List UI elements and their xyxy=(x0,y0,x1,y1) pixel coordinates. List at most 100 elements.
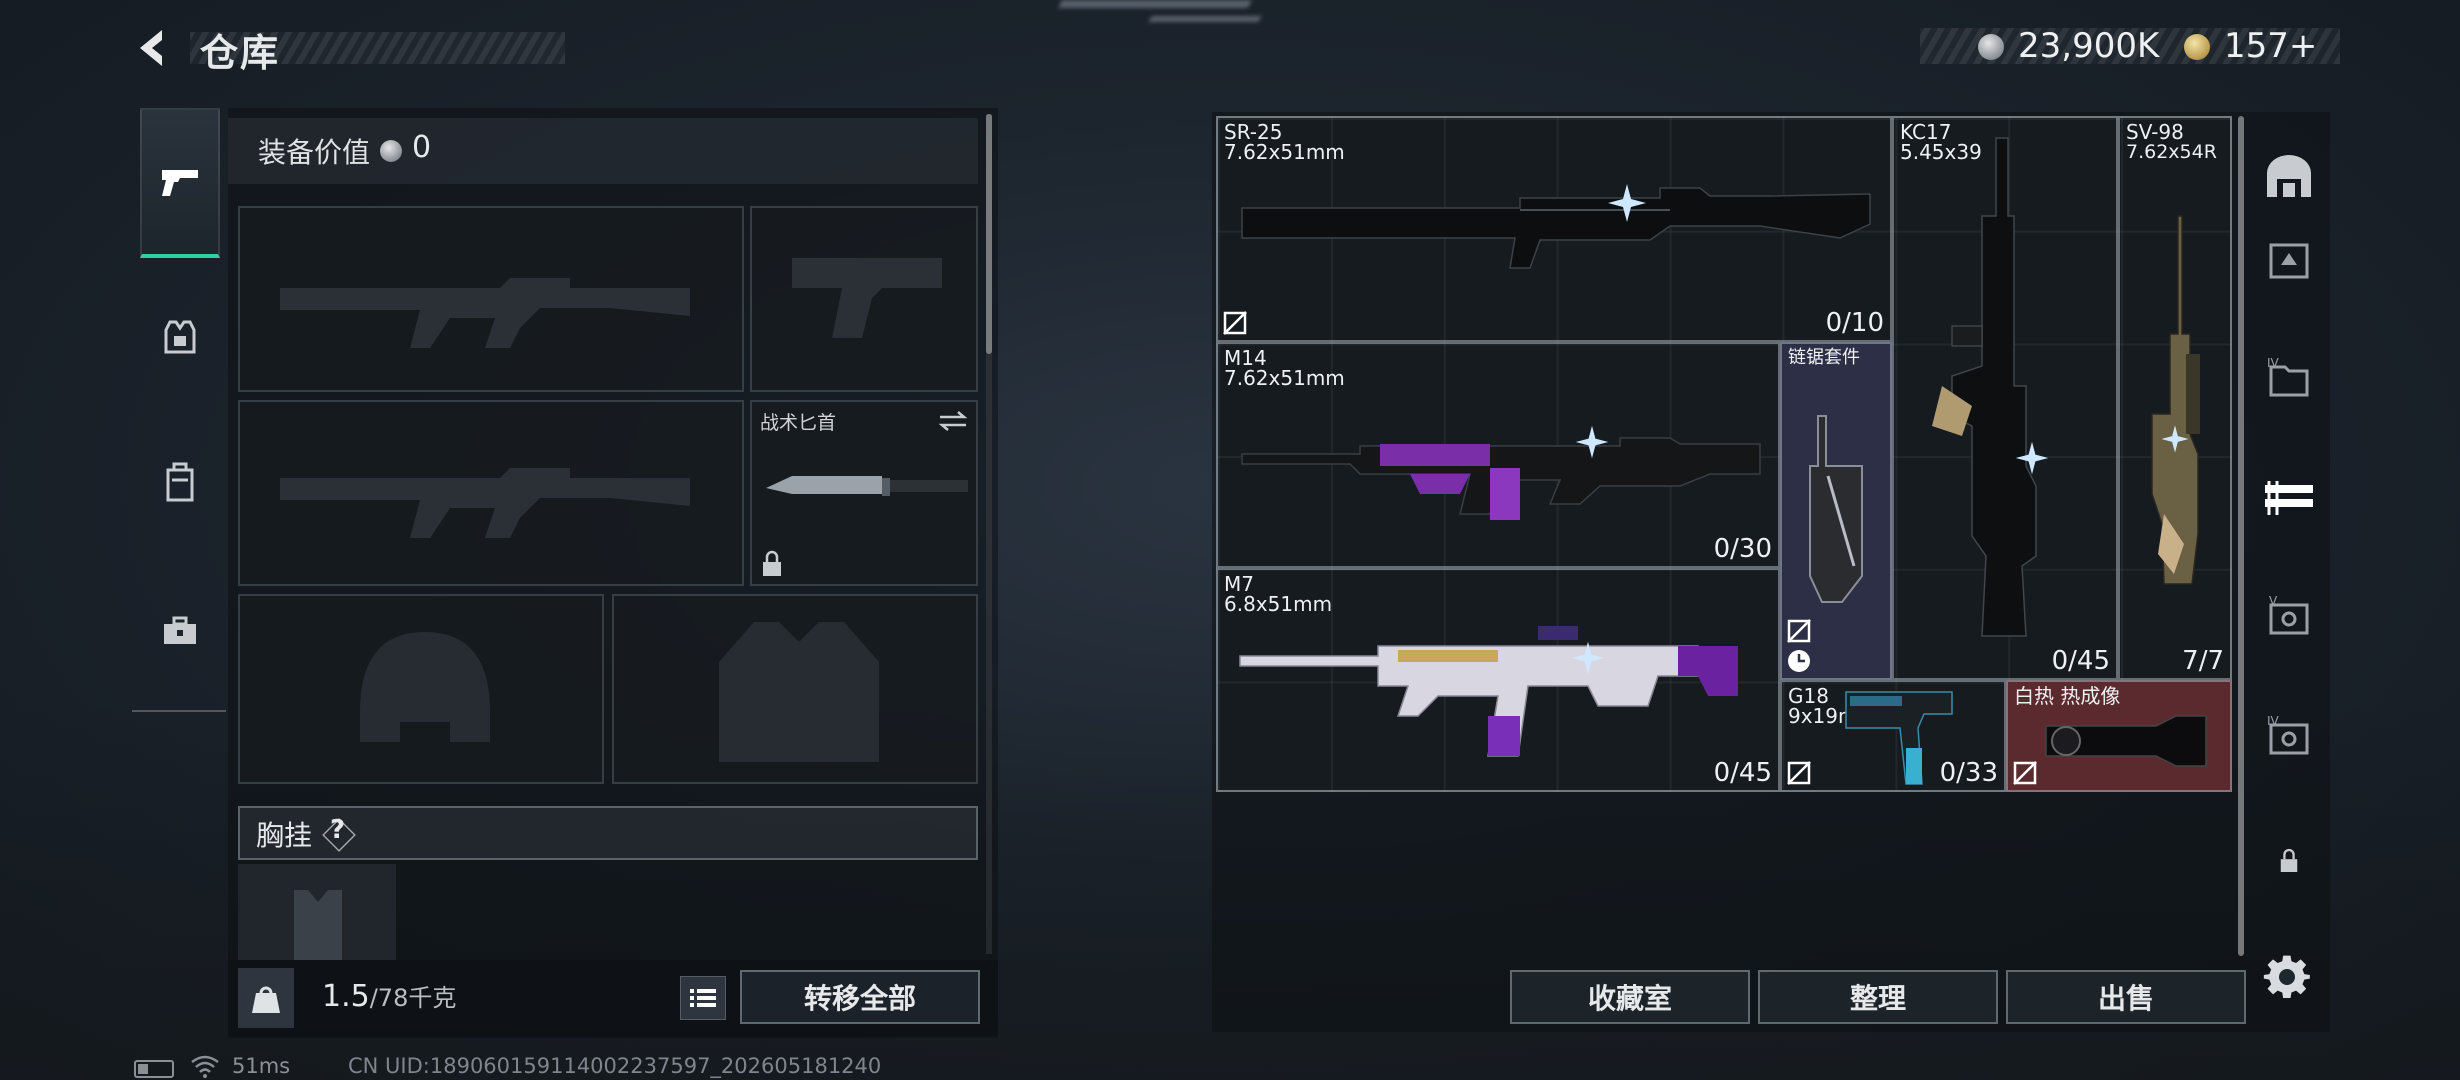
pistol-slot[interactable] xyxy=(750,206,978,392)
tab-armor[interactable] xyxy=(140,308,220,368)
storage-item-m7[interactable]: M7 6.8x51mm 0/45 xyxy=(1216,568,1780,792)
clock-icon xyxy=(1788,650,1810,672)
sparkle-badge-icon xyxy=(2015,441,2049,475)
toolbox-icon xyxy=(164,616,196,644)
body-armor-slot[interactable] xyxy=(612,594,978,784)
chainsaw-kit-icon xyxy=(1809,415,1863,603)
collection-room-button[interactable]: 收藏室 xyxy=(1510,970,1750,1024)
thermal-scope-icon xyxy=(2045,715,2207,767)
storage-tab-5[interactable]: V xyxy=(2252,582,2326,652)
svg-text:IV: IV xyxy=(2267,714,2280,728)
settings-gear-icon[interactable] xyxy=(2262,952,2312,1002)
silver-coin-icon xyxy=(380,140,402,162)
sell-button[interactable]: 出售 xyxy=(2006,970,2246,1024)
list-view-button[interactable] xyxy=(680,976,726,1020)
storage-box-icon: IV xyxy=(2267,714,2309,755)
storage-tab-2[interactable] xyxy=(2252,226,2326,296)
no-mods-icon xyxy=(1223,311,1247,335)
chest-rig-slot[interactable] xyxy=(238,864,396,960)
weapon-rack-icon xyxy=(2265,481,2313,515)
help-icon[interactable]: ? xyxy=(330,815,345,845)
page-title: 仓库 xyxy=(200,31,281,75)
storage-item-kc17[interactable]: KC17 5.45x39 0/45 xyxy=(1892,116,2118,680)
knife-icon xyxy=(766,476,968,496)
storage-item-g18[interactable]: G18 9x19mm 0/33 xyxy=(1780,680,2006,792)
vest-silhouette-icon xyxy=(719,622,879,762)
rig-silhouette-icon xyxy=(294,890,342,960)
tab-supplies[interactable] xyxy=(140,600,220,660)
storage-scrollbar[interactable] xyxy=(2238,116,2244,956)
storage-tab-6[interactable]: IV xyxy=(2252,702,2326,772)
secondary-weapon-slot[interactable] xyxy=(238,400,744,586)
tab-backpack[interactable] xyxy=(140,452,220,512)
armor-vest-icon xyxy=(164,320,196,354)
silver-currency-value: 23,900K xyxy=(2018,26,2160,66)
no-mods-icon xyxy=(2013,761,2037,785)
item-name: 链锯套件 xyxy=(1788,347,1860,368)
storage-tab-locked[interactable] xyxy=(2252,826,2326,896)
silver-coin-icon xyxy=(1978,34,2004,60)
warehouse-icon xyxy=(2267,155,2311,197)
carry-weight-max: /78千克 xyxy=(369,984,457,1012)
wifi-icon xyxy=(191,1055,219,1078)
lock-icon xyxy=(763,550,781,576)
storage-tab-weapons[interactable] xyxy=(2252,462,2326,532)
helmet-slot[interactable] xyxy=(238,594,604,784)
user-uid: CN UID:18906015911400223759​7_2026051812… xyxy=(348,1054,882,1078)
pistol-silhouette-icon xyxy=(792,258,942,338)
item-name: M7 xyxy=(1224,572,1254,596)
storage-item-m14[interactable]: M14 7.62x51mm 0/30 xyxy=(1216,342,1780,568)
sv98-rifle-icon xyxy=(2151,215,2200,585)
sr25-rifle-icon xyxy=(1241,187,1871,269)
backpack-icon xyxy=(166,462,194,502)
item-ammo: 0/33 xyxy=(1939,758,1998,788)
storage-folder-icon: IV xyxy=(2267,356,2309,397)
item-caliber: 7.62x51mm xyxy=(1224,366,1345,390)
item-name: G18 xyxy=(1788,684,1829,708)
list-icon xyxy=(690,989,716,1007)
carry-weight: 1.5/78千克 xyxy=(322,978,456,1014)
storage-item-sv98[interactable]: SV-98 7.62x54R 7/7 xyxy=(2118,116,2232,680)
m7-rifle-icon xyxy=(1239,626,1738,757)
svg-text:IV: IV xyxy=(2267,356,2280,370)
equipment-value-label: 装备价值 xyxy=(258,136,371,169)
helmet-silhouette-icon xyxy=(360,632,490,742)
ping-value: 51ms xyxy=(232,1054,291,1078)
storage-item-chainsaw-kit[interactable]: 链锯套件 xyxy=(1780,342,1892,680)
sparkle-badge-icon xyxy=(1575,425,1609,459)
tab-weapons[interactable] xyxy=(140,108,220,258)
item-ammo: 0/10 xyxy=(1825,308,1884,338)
sparkle-badge-icon xyxy=(1571,641,1605,675)
item-name: 白热 热成像 xyxy=(2014,684,2121,708)
pistol-icon xyxy=(162,170,198,196)
storage-box-icon xyxy=(2269,243,2309,279)
transfer-all-button[interactable]: 转移全部 xyxy=(740,970,980,1024)
gold-currency-value[interactable]: 157+ xyxy=(2224,26,2317,66)
battery-icon xyxy=(134,1060,174,1078)
item-ammo: 0/30 xyxy=(1713,534,1772,564)
rifle-silhouette-icon xyxy=(280,278,690,348)
storage-item-thermal-scope[interactable]: 白热 热成像 xyxy=(2006,680,2232,792)
carry-weight-value: 1.5 xyxy=(322,979,370,1014)
back-arrow-icon[interactable] xyxy=(132,26,176,70)
item-name: SR-25 xyxy=(1224,120,1283,144)
organize-button[interactable]: 整理 xyxy=(1758,970,1998,1024)
ceiling-light xyxy=(1148,16,1262,22)
item-ammo: 0/45 xyxy=(1713,758,1772,788)
sparkle-badge-icon xyxy=(2161,425,2189,453)
sparkle-badge-icon xyxy=(1608,184,1646,222)
divider xyxy=(132,710,226,712)
knife-slot[interactable]: 战术匕首 xyxy=(750,400,978,586)
storage-tab-home[interactable] xyxy=(2252,142,2326,212)
weight-icon xyxy=(238,968,294,1028)
storage-box-icon: V xyxy=(2269,594,2309,635)
storage-tab-4[interactable]: IV xyxy=(2252,344,2326,414)
item-name: M14 xyxy=(1224,346,1267,370)
swap-icon[interactable] xyxy=(938,410,968,432)
lock-icon xyxy=(2280,848,2298,872)
scrollbar[interactable] xyxy=(986,114,992,354)
primary-weapon-slot[interactable] xyxy=(238,206,744,392)
chest-rig-label: 胸挂 xyxy=(256,819,313,852)
no-mods-icon xyxy=(1787,619,1811,643)
storage-item-sr25[interactable]: SR-25 7.62x51mm 0/10 xyxy=(1216,116,1892,342)
